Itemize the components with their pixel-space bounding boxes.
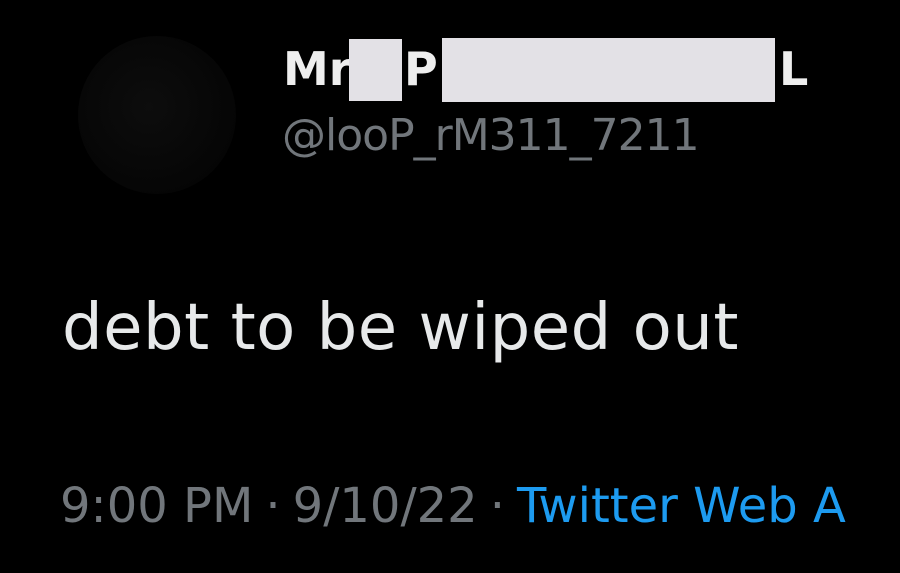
- tweet-text: debt to be wiped out: [62, 291, 739, 365]
- display-name-start: Mr: [283, 42, 352, 96]
- separator-dot: ·: [265, 478, 281, 534]
- separator-dot: ·: [489, 478, 505, 534]
- tweet-card: Mr P L @looP_rM311_7211 debt to be wiped…: [0, 0, 900, 573]
- redaction-box: [442, 38, 775, 102]
- tweet-source-link[interactable]: Twitter Web A: [517, 478, 846, 534]
- user-handle[interactable]: @looP_rM311_7211: [282, 106, 700, 166]
- redaction-box: [349, 39, 402, 101]
- tweet-date[interactable]: 9/10/22: [293, 478, 478, 534]
- display-name-mid: P: [404, 42, 438, 96]
- display-name-end: L: [779, 42, 809, 96]
- tweet-metadata: 9:00 PM · 9/10/22 · Twitter Web A: [60, 474, 846, 538]
- avatar[interactable]: [78, 36, 236, 194]
- tweet-time[interactable]: 9:00 PM: [60, 478, 253, 534]
